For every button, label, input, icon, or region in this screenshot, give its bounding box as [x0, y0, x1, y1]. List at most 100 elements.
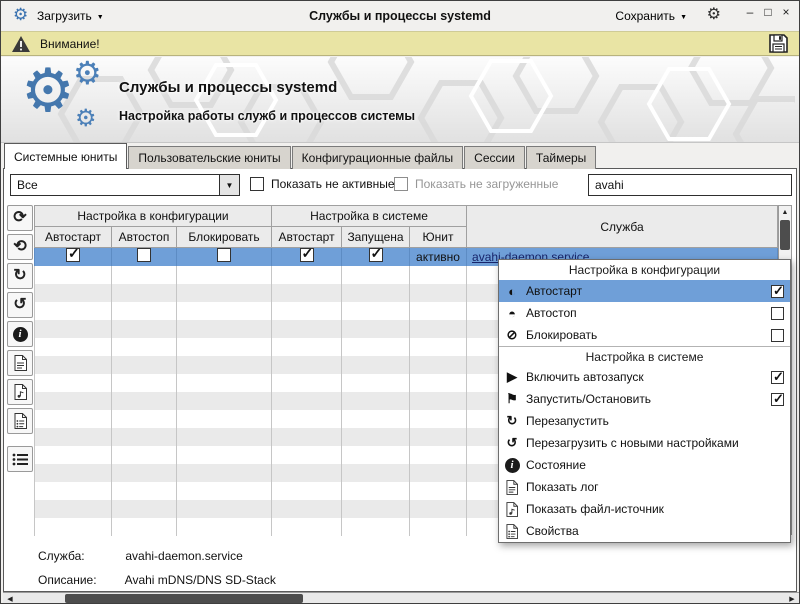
menu-item-show-log[interactable]: Показать лог	[499, 476, 790, 498]
footer-description-line: Описание: Avahi mDNS/DNS SD-Stack	[38, 573, 276, 587]
tab-label: Системные юниты	[14, 150, 117, 164]
load-button[interactable]: Загрузить ▼	[37, 6, 104, 26]
restart-icon: ↻	[503, 413, 521, 429]
bulleted-list-icon	[12, 453, 28, 466]
menu-item-start-stop[interactable]: ⚑ Запустить/Остановить	[499, 388, 790, 410]
tab-label: Сессии	[474, 151, 515, 165]
unit-list-button[interactable]	[7, 446, 33, 472]
search-input-value: avahi	[595, 178, 624, 192]
close-button[interactable]: ×	[778, 4, 794, 20]
search-input[interactable]: avahi	[588, 174, 792, 196]
menu-item-autostop[interactable]: ◓ Автостоп	[499, 302, 790, 324]
flag-icon: ⚑	[503, 391, 521, 407]
running-checkbox[interactable]	[369, 248, 383, 262]
state-button[interactable]	[7, 321, 33, 347]
scroll-left-icon[interactable]: ◀	[3, 593, 17, 604]
scope-dropdown[interactable]: Все ▼	[10, 174, 240, 196]
show-unloaded-checkbox[interactable]	[394, 177, 408, 191]
vertical-scroll-thumb[interactable]	[780, 220, 790, 250]
daemon-reload-button[interactable]: ⟲	[7, 234, 33, 260]
save-button-label: Сохранить	[615, 9, 675, 23]
window-controls: – □ ×	[742, 4, 794, 20]
show-inactive-checkbox[interactable]	[250, 177, 264, 191]
tab-config-files[interactable]: Конфигурационные файлы	[292, 146, 463, 169]
hexagon-pattern	[1, 57, 795, 143]
menu-start-stop-checkbox[interactable]	[771, 393, 784, 406]
restart-icon: ↻	[13, 268, 26, 284]
autostart-system-checkbox[interactable]	[300, 248, 314, 262]
menu-enable-checkbox[interactable]	[771, 371, 784, 384]
reload-icon: ↺	[503, 435, 521, 451]
horizontal-scroll-thumb[interactable]	[65, 594, 303, 603]
menu-item-state[interactable]: Состояние	[499, 454, 790, 476]
menu-item-block[interactable]: ⊘ Блокировать	[499, 324, 790, 346]
show-inactive-filter: Показать не активные	[250, 177, 395, 191]
tab-timers[interactable]: Таймеры	[526, 146, 596, 169]
menu-item-label: Автостоп	[526, 306, 766, 320]
tab-bar: Системные юниты Пользовательские юниты К…	[4, 143, 597, 169]
maximize-button[interactable]: □	[760, 4, 776, 20]
tab-sessions[interactable]: Сессии	[464, 146, 525, 169]
autostop-config-checkbox[interactable]	[137, 248, 151, 262]
service-label: Служба:	[38, 549, 122, 563]
menu-item-label: Автостарт	[526, 284, 766, 298]
menu-item-autostart[interactable]: ◐ Автостарт	[499, 280, 790, 302]
chevron-down-icon: ▼	[97, 12, 104, 21]
app-logo-gear-icon: ⚙	[73, 57, 102, 89]
autostart-icon: ◐	[503, 284, 521, 299]
save-button[interactable]: Сохранить ▼	[615, 6, 687, 26]
page-subtitle: Настройка работы служб и процессов систе…	[119, 109, 415, 123]
tab-system-units[interactable]: Системные юниты	[4, 143, 127, 169]
menu-item-label: Перезагрузить с новыми настройками	[526, 436, 784, 450]
menu-block-checkbox[interactable]	[771, 329, 784, 342]
chevron-down-icon[interactable]: ▼	[219, 175, 239, 195]
column-header[interactable]: Юнит	[410, 227, 467, 248]
restart-button[interactable]: ↻	[7, 263, 33, 289]
app-logo-gear-icon: ⚙	[21, 61, 75, 121]
properties-button[interactable]	[7, 408, 33, 434]
menu-item-show-source[interactable]: Показать файл-источник	[499, 498, 790, 520]
scroll-up-icon[interactable]: ▲	[779, 206, 791, 219]
log-document-icon	[503, 480, 521, 495]
menu-item-label: Состояние	[526, 458, 784, 472]
description-value: Avahi mDNS/DNS SD-Stack	[125, 573, 276, 587]
refresh-button[interactable]: ⟳	[7, 205, 33, 231]
menu-item-restart[interactable]: ↻ Перезапустить	[499, 410, 790, 432]
column-header[interactable]: Блокировать	[177, 227, 272, 248]
service-value: avahi-daemon.service	[125, 549, 242, 563]
menu-item-enable-autostart[interactable]: ▶ Включить автозапуск	[499, 366, 790, 388]
show-unloaded-filter: Показать не загруженные	[394, 177, 558, 191]
horizontal-scrollbar[interactable]: ◀ ▶	[3, 592, 799, 604]
menu-item-label: Свойства	[526, 524, 784, 538]
scroll-right-icon[interactable]: ▶	[785, 593, 799, 604]
column-header[interactable]: Автостоп	[112, 227, 177, 248]
menu-autostart-checkbox[interactable]	[771, 285, 784, 298]
description-label: Описание:	[38, 573, 122, 587]
show-log-button[interactable]	[7, 350, 33, 376]
tab-user-units[interactable]: Пользовательские юниты	[128, 146, 290, 169]
autostop-icon: ◓	[503, 306, 521, 321]
autostart-config-checkbox[interactable]	[66, 248, 80, 262]
left-toolbar: ⟳ ⟲ ↻ ↺	[7, 205, 33, 472]
column-header-service[interactable]: Служба	[467, 206, 778, 248]
block-config-checkbox[interactable]	[217, 248, 231, 262]
show-source-button[interactable]	[7, 379, 33, 405]
block-icon: ⊘	[503, 327, 521, 343]
log-document-icon	[14, 355, 27, 371]
play-icon: ▶	[503, 369, 521, 385]
menu-autostop-checkbox[interactable]	[771, 307, 784, 320]
context-menu: Настройка в конфигурации ◐ Автостарт ◓ А…	[498, 259, 791, 543]
menu-item-properties[interactable]: Свойства	[499, 520, 790, 542]
reload-config-button[interactable]: ↺	[7, 292, 33, 318]
save-file-icon[interactable]	[768, 33, 789, 54]
tab-label: Таймеры	[536, 151, 586, 165]
menu-item-label: Включить автозапуск	[526, 370, 766, 384]
source-document-icon	[503, 502, 521, 517]
show-unloaded-label: Показать не загруженные	[415, 177, 558, 191]
menu-item-reload[interactable]: ↺ Перезагрузить с новыми настройками	[499, 432, 790, 454]
warning-bar: Внимание!	[1, 31, 799, 56]
info-icon	[13, 327, 28, 342]
tab-label: Пользовательские юниты	[138, 151, 280, 165]
minimize-button[interactable]: –	[742, 4, 758, 20]
settings-gear-icon[interactable]: ⚙	[707, 5, 721, 24]
